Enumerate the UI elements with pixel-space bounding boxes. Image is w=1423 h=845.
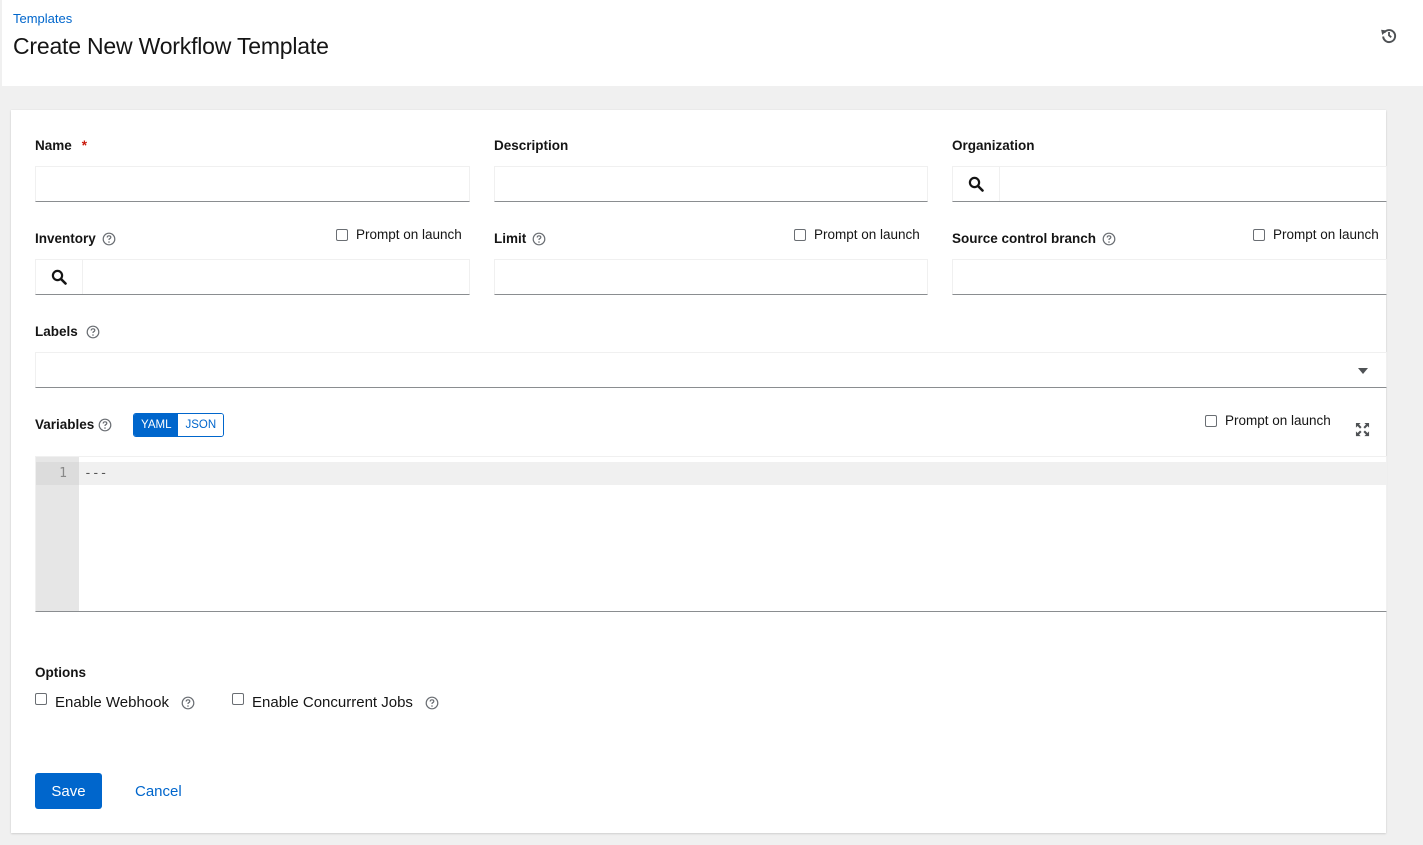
inventory-search-button[interactable] bbox=[36, 260, 83, 294]
help-icon[interactable] bbox=[86, 325, 100, 339]
description-label: Description bbox=[494, 138, 568, 153]
breadcrumb-templates[interactable]: Templates bbox=[13, 11, 72, 26]
scm-branch-prompt-on-launch[interactable]: Prompt on launch bbox=[1253, 227, 1379, 242]
name-label-text: Name bbox=[35, 138, 72, 153]
inventory-label-text: Inventory bbox=[35, 231, 96, 246]
inventory-prompt-checkbox[interactable] bbox=[336, 228, 348, 241]
form-card: Name * Description Organization Inventory… bbox=[11, 110, 1387, 833]
enable-webhook-option[interactable]: Enable Webhook bbox=[35, 692, 195, 711]
options-label: Options bbox=[35, 665, 86, 680]
scm-branch-field[interactable] bbox=[952, 259, 1387, 295]
scm-branch-label: Source control branch bbox=[952, 231, 1116, 246]
yaml-mode-button[interactable]: YAML bbox=[134, 414, 179, 436]
help-icon[interactable] bbox=[181, 696, 195, 710]
search-icon bbox=[51, 269, 67, 285]
labels-select[interactable] bbox=[35, 352, 1387, 388]
expand-icon bbox=[1355, 422, 1370, 437]
scm-branch-input[interactable] bbox=[953, 260, 1386, 294]
variables-label-text: Variables bbox=[35, 417, 95, 432]
description-label-text: Description bbox=[494, 138, 569, 153]
organization-label-text: Organization bbox=[952, 138, 1035, 153]
enable-webhook-label: Enable Webhook bbox=[55, 694, 169, 711]
labels-label: Labels bbox=[35, 324, 100, 339]
description-field[interactable] bbox=[494, 166, 928, 202]
inventory-prompt-label: Prompt on launch bbox=[356, 227, 462, 242]
scm-branch-prompt-checkbox[interactable] bbox=[1253, 228, 1265, 241]
help-icon[interactable] bbox=[425, 696, 439, 710]
page-title: Create New Workflow Template bbox=[13, 33, 329, 59]
limit-input[interactable] bbox=[495, 260, 927, 294]
caret-down-icon[interactable] bbox=[1358, 368, 1368, 374]
organization-label: Organization bbox=[952, 138, 1035, 153]
inventory-prompt-on-launch[interactable]: Prompt on launch bbox=[336, 227, 462, 242]
editor-active-line bbox=[36, 462, 1386, 485]
history-icon bbox=[1380, 26, 1398, 44]
help-icon[interactable] bbox=[532, 232, 546, 246]
save-button[interactable]: Save bbox=[35, 773, 102, 809]
limit-field[interactable] bbox=[494, 259, 928, 295]
inventory-lookup[interactable] bbox=[35, 259, 470, 295]
scm-branch-prompt-label: Prompt on launch bbox=[1273, 227, 1379, 242]
description-input[interactable] bbox=[495, 167, 927, 201]
json-mode-button[interactable]: JSON bbox=[178, 414, 224, 436]
enable-webhook-checkbox[interactable] bbox=[35, 692, 47, 705]
enable-concurrent-jobs-label: Enable Concurrent Jobs bbox=[252, 694, 413, 711]
page-header: Templates Create New Workflow Template bbox=[0, 0, 1423, 86]
inventory-label: Inventory bbox=[35, 231, 116, 246]
organization-input[interactable] bbox=[1000, 167, 1386, 201]
variables-code-editor[interactable]: 1 --- bbox=[35, 456, 1387, 612]
organization-search-button[interactable] bbox=[953, 167, 1000, 201]
limit-prompt-checkbox[interactable] bbox=[794, 228, 806, 241]
variables-prompt-checkbox[interactable] bbox=[1205, 414, 1217, 427]
labels-input[interactable] bbox=[36, 353, 1319, 387]
required-marker: * bbox=[81, 138, 88, 153]
variables-prompt-label: Prompt on launch bbox=[1225, 413, 1331, 428]
name-field[interactable] bbox=[35, 166, 470, 202]
help-icon[interactable] bbox=[98, 418, 112, 432]
limit-prompt-on-launch[interactable]: Prompt on launch bbox=[794, 227, 920, 242]
help-icon[interactable] bbox=[1102, 232, 1116, 246]
limit-prompt-label: Prompt on launch bbox=[814, 227, 920, 242]
variables-label: Variables bbox=[35, 417, 112, 432]
name-label: Name * bbox=[35, 138, 87, 153]
limit-label: Limit bbox=[494, 231, 546, 246]
search-icon bbox=[968, 176, 984, 192]
history-button[interactable] bbox=[1378, 24, 1400, 46]
variables-prompt-on-launch[interactable]: Prompt on launch bbox=[1205, 413, 1331, 428]
organization-lookup[interactable] bbox=[952, 166, 1387, 202]
scm-branch-label-text: Source control branch bbox=[952, 231, 1097, 246]
line-number: 1 bbox=[36, 462, 79, 485]
enable-concurrent-jobs-option[interactable]: Enable Concurrent Jobs bbox=[232, 692, 439, 711]
name-input[interactable] bbox=[36, 167, 469, 201]
cancel-button[interactable]: Cancel bbox=[123, 773, 194, 809]
help-icon[interactable] bbox=[102, 232, 116, 246]
code-line[interactable]: --- bbox=[84, 462, 107, 485]
enable-concurrent-jobs-checkbox[interactable] bbox=[232, 692, 244, 705]
labels-label-text: Labels bbox=[35, 324, 78, 339]
variables-mode-toggle: YAML JSON bbox=[133, 413, 225, 437]
limit-label-text: Limit bbox=[494, 231, 527, 246]
expand-editor-button[interactable] bbox=[1355, 422, 1371, 438]
inventory-input[interactable] bbox=[83, 260, 469, 294]
